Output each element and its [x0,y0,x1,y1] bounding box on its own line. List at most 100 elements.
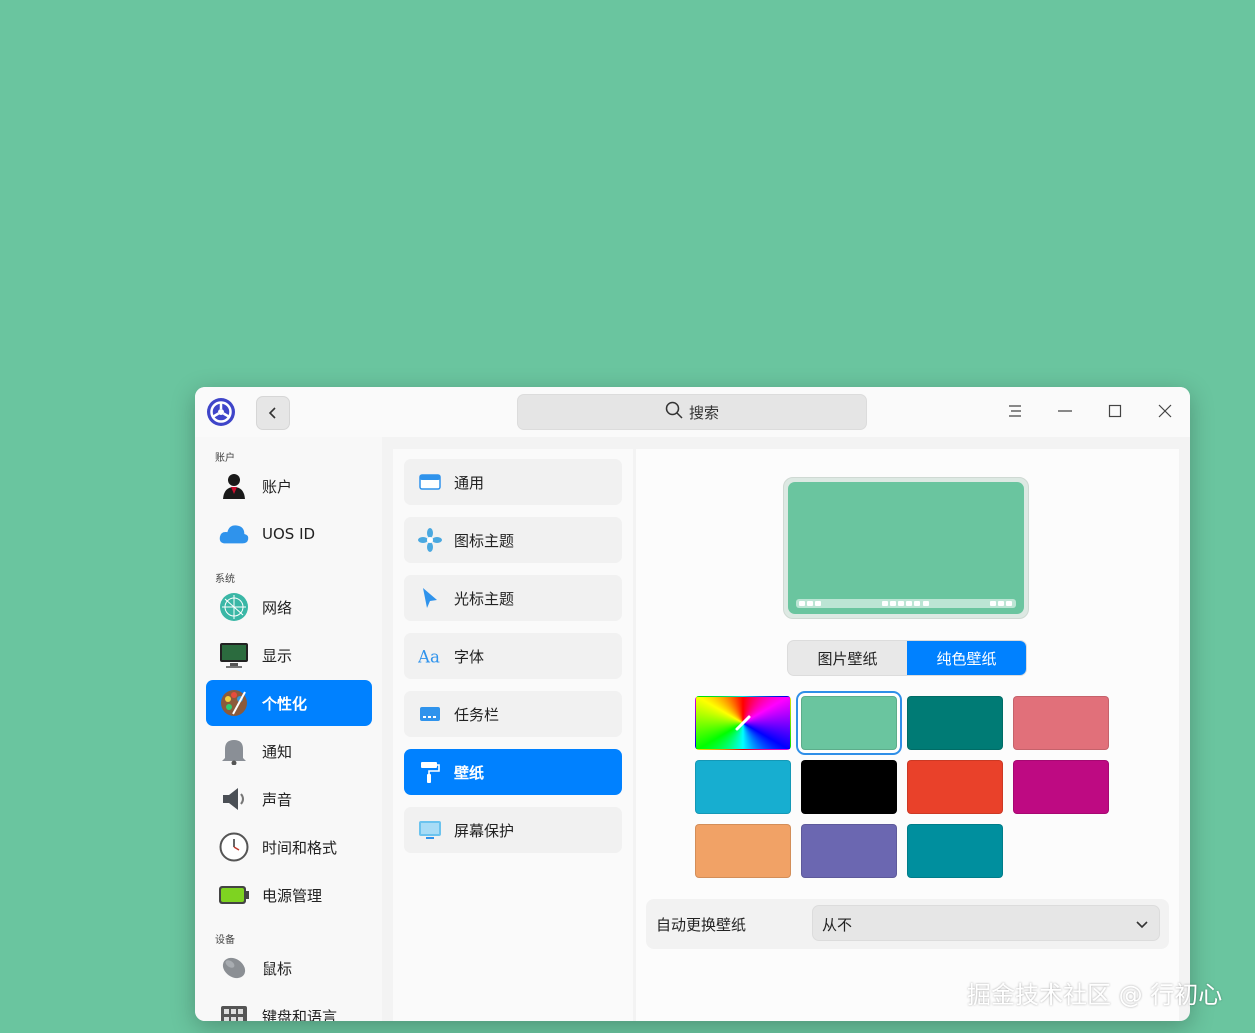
submenu-item-taskbar[interactable]: 任务栏 [404,691,622,737]
color-swatch[interactable] [801,760,897,814]
sidebar-item-uos-id[interactable]: UOS ID [206,511,372,557]
menu-icon [1008,403,1022,422]
watermark-text: 掘金技术社区 @ 行初心 [967,981,1223,1009]
wallpaper-type-switch: 图片壁纸 纯色壁纸 [787,640,1027,676]
sidebar-item-label: 网络 [262,598,293,617]
sidebar-item-label: 显示 [262,646,293,665]
close-icon [1158,403,1172,422]
sidebar-item-display[interactable]: 显示 [206,632,372,678]
minimize-icon [1058,403,1072,422]
back-button[interactable] [256,396,290,430]
preview-dock [796,599,1016,608]
sidebar-item-label: 声音 [262,790,293,809]
color-swatch[interactable] [1013,760,1109,814]
user-avatar-icon [218,470,250,502]
sidebar-item-accounts[interactable]: 账户 [206,463,372,509]
cloud-icon [218,518,250,550]
sidebar-item-label: 键盘和语言 [262,1007,338,1022]
tab-solid-wallpaper[interactable]: 纯色壁纸 [907,641,1026,675]
submenu-item-icon-theme[interactable]: 图标主题 [404,517,622,563]
search-label: 搜索 [688,403,719,422]
sidebar: 账户 账户 UOS ID 系统 网络 显示 个性化 通知 声音 时间和格式 电源… [195,437,382,1021]
auto-change-wallpaper-value: 从不 [822,916,853,934]
sidebar-item-notifications[interactable]: 通知 [206,728,372,774]
svg-text:Aa: Aa [418,647,440,666]
mouse-icon [218,952,250,984]
sidebar-item-label: 账户 [262,477,293,496]
sidebar-item-personalization[interactable]: 个性化 [206,680,372,726]
keyboard-icon [218,1000,250,1021]
submenu-item-fonts[interactable]: Aa 字体 [404,633,622,679]
bell-icon [218,735,250,767]
submenu-item-label: 通用 [454,473,485,492]
section-title-system: 系统 [215,574,235,585]
taskbar-icon [418,702,442,726]
color-swatch[interactable] [1013,696,1109,750]
settings-window: 搜索 账户 账户 UOS ID 系统 网络 显示 个性化 通知 声音 时间和格式… [195,387,1190,1021]
cursor-icon [418,586,442,610]
sidebar-item-label: 电源管理 [262,886,323,905]
maximize-button[interactable] [1102,399,1128,425]
submenu-item-cursor-theme[interactable]: 光标主题 [404,575,622,621]
close-button[interactable] [1152,399,1178,425]
submenu-item-label: 图标主题 [454,531,515,550]
sidebar-item-mouse[interactable]: 鼠标 [206,945,372,991]
sidebar-item-label: UOS ID [262,525,316,543]
color-swatch[interactable] [801,824,897,878]
main-menu-button[interactable] [1002,399,1028,425]
sidebar-item-network[interactable]: 网络 [206,584,372,630]
network-globe-icon [218,591,250,623]
speaker-icon [218,783,250,815]
sidebar-item-label: 通知 [262,742,293,761]
sidebar-item-label: 个性化 [262,694,308,713]
control-center-logo-icon [206,397,236,427]
personalization-submenu: 通用 图标主题 光标主题 Aa 字体 任务栏 壁纸 屏幕保护 [393,449,633,1021]
clock-icon [218,831,250,863]
custom-color-picker[interactable] [695,696,791,750]
sidebar-item-power[interactable]: 电源管理 [206,872,372,918]
submenu-item-label: 字体 [454,647,485,666]
submenu-item-label: 屏幕保护 [454,821,515,840]
color-swatch[interactable] [907,824,1003,878]
title-bar: 搜索 [195,387,1190,437]
section-title-devices: 设备 [215,935,235,946]
submenu-item-screensaver[interactable]: 屏幕保护 [404,807,622,853]
submenu-item-label: 壁纸 [454,763,485,782]
color-swatch[interactable] [695,824,791,878]
submenu-item-general[interactable]: 通用 [404,459,622,505]
flower-icon [418,528,442,552]
submenu-item-label: 光标主题 [454,589,515,608]
color-swatch[interactable] [801,696,897,750]
color-swatch[interactable] [907,696,1003,750]
sidebar-item-label: 鼠标 [262,959,293,978]
search-icon [665,401,683,423]
screensaver-monitor-icon [418,818,442,842]
sidebar-item-label: 时间和格式 [262,838,338,857]
search-box[interactable]: 搜索 [517,394,867,430]
submenu-item-wallpaper[interactable]: 壁纸 [404,749,622,795]
paint-roller-icon [418,760,442,784]
color-swatch[interactable] [907,760,1003,814]
monitor-icon [218,639,250,671]
chevron-down-icon [1135,916,1149,935]
minimize-button[interactable] [1052,399,1078,425]
sidebar-item-time-format[interactable]: 时间和格式 [206,824,372,870]
sidebar-item-sound[interactable]: 声音 [206,776,372,822]
sidebar-item-keyboard-language[interactable]: 键盘和语言 [206,993,372,1021]
submenu-item-label: 任务栏 [454,705,500,724]
pencil-icon [734,714,752,736]
tab-picture-wallpaper[interactable]: 图片壁纸 [788,641,907,675]
auto-change-wallpaper-row: 自动更换壁纸 从不 [646,899,1169,949]
section-title-accounts: 账户 [215,453,235,464]
wallpaper-settings-panel: 图片壁纸 纯色壁纸 自动更换壁纸 从不 [636,449,1179,1021]
auto-change-wallpaper-select[interactable]: 从不 [812,905,1160,941]
wallpaper-preview [783,477,1029,619]
chevron-left-icon [267,404,279,423]
wallpaper-preview-image [788,482,1024,614]
battery-icon [218,879,250,911]
font-aa-icon: Aa [418,644,442,668]
color-swatch[interactable] [695,760,791,814]
palette-icon [218,687,250,719]
maximize-icon [1108,403,1122,422]
auto-change-wallpaper-label: 自动更换壁纸 [656,916,747,934]
